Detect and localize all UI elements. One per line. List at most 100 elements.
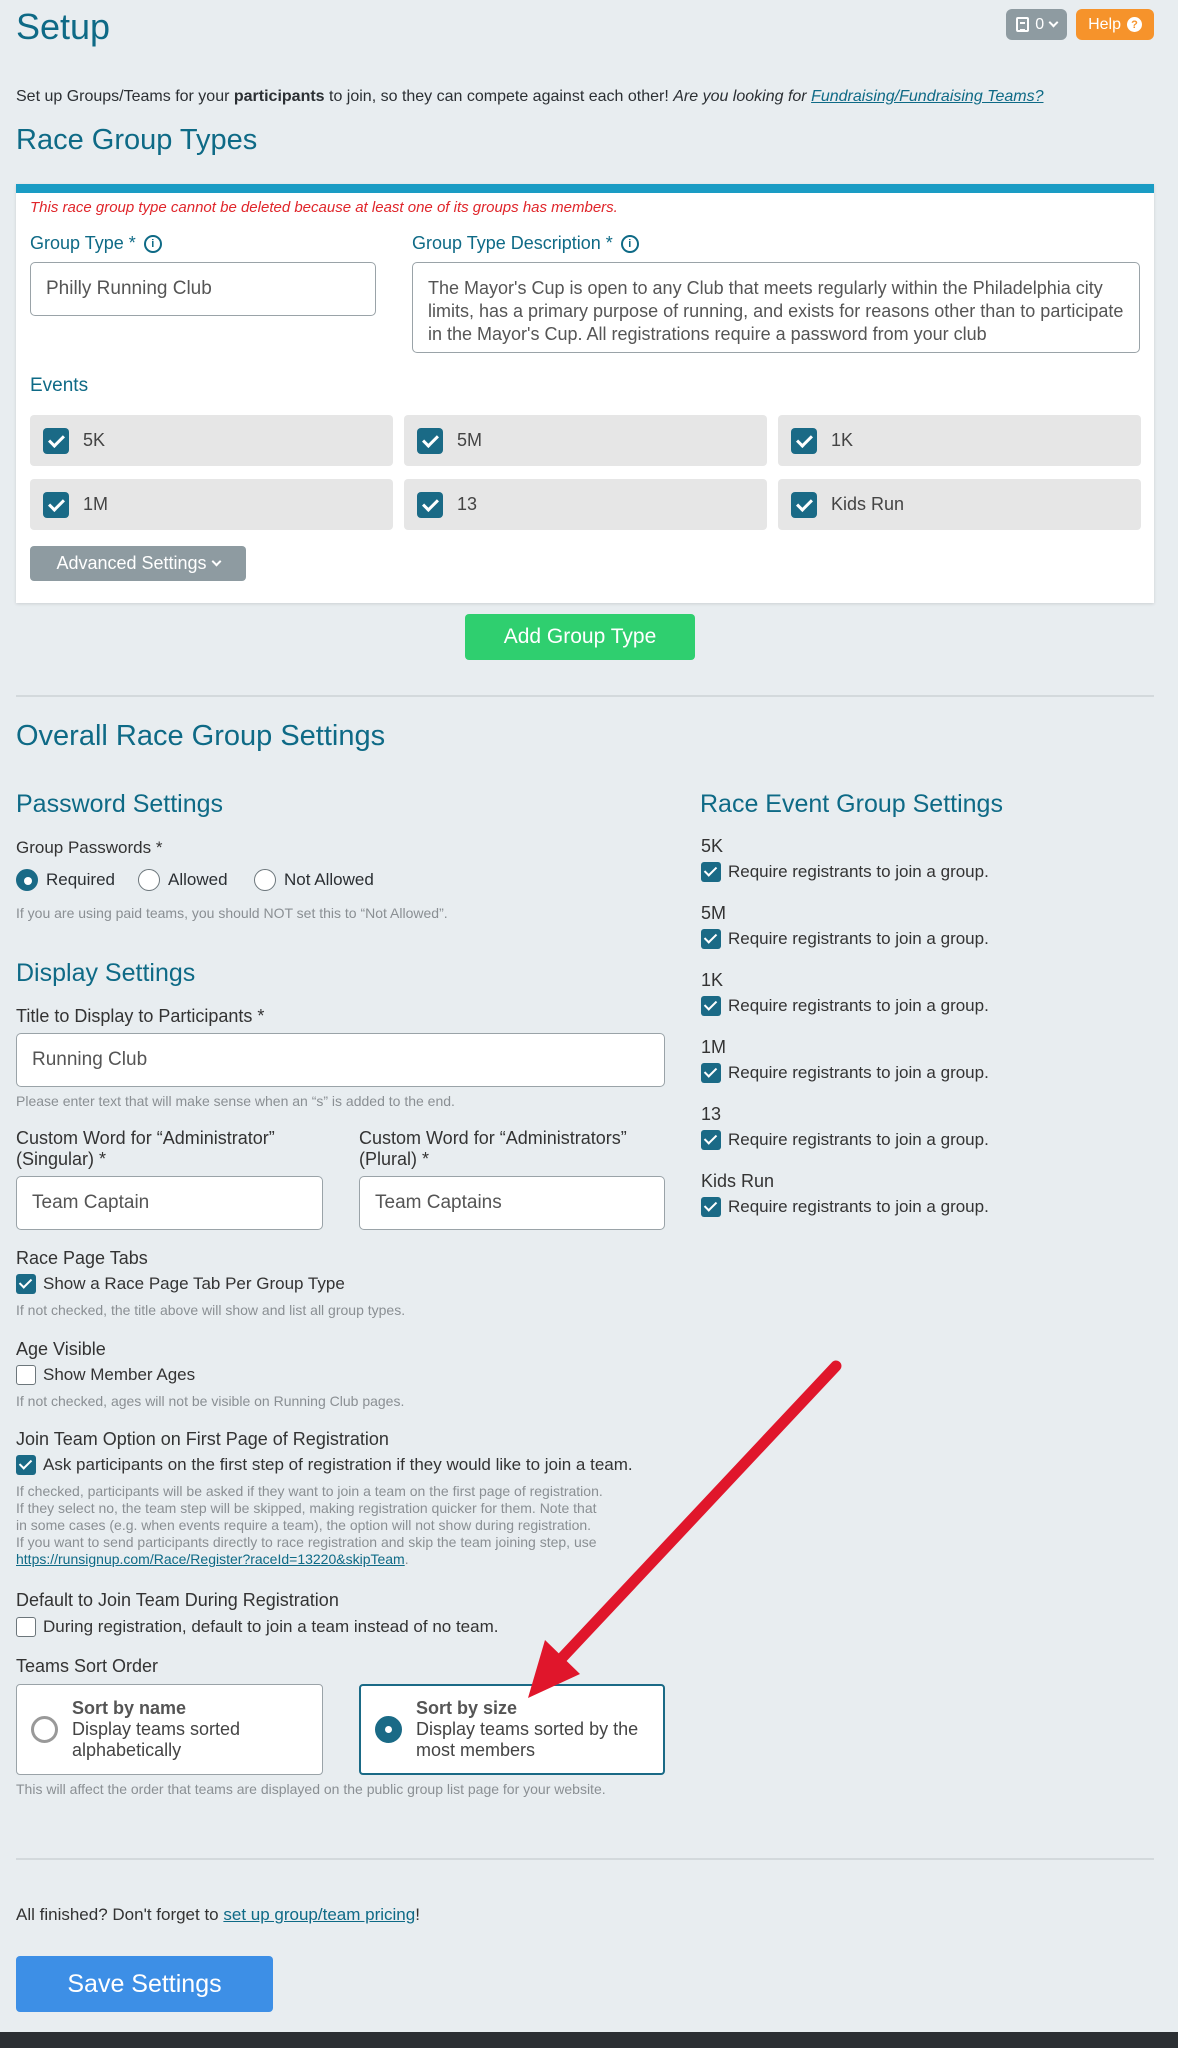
radio-icon [254, 869, 276, 891]
event-checkbox-1m[interactable]: 1M [30, 479, 393, 530]
join-team-help-line: If you want to send participants directl… [16, 1534, 597, 1550]
radio-label: Required [46, 870, 115, 889]
require-group-checkbox[interactable]: Require registrants to join a group. [701, 929, 989, 949]
sort-by-size-text: Sort by size Display teams sorted by the… [416, 1698, 638, 1761]
password-not-allowed-radio[interactable]: Not Allowed [254, 869, 374, 891]
header-buttons: 0 Help ? [1006, 9, 1154, 40]
password-help: If you are using paid teams, you should … [16, 905, 448, 921]
join-team-help-line: If they select no, the team step will be… [16, 1500, 597, 1516]
page-title: Setup [16, 6, 111, 47]
join-team-checkbox[interactable]: Ask participants on the first step of re… [16, 1455, 633, 1475]
checkbox-checked-icon [417, 427, 443, 454]
event-label: 13 [457, 494, 478, 514]
notes-dropdown-button[interactable]: 0 [1006, 9, 1068, 40]
radio-selected-icon [375, 1716, 402, 1743]
overall-settings-heading: Overall Race Group Settings [16, 720, 386, 752]
description-textarea[interactable]: The Mayor's Cup is open to any Club that… [412, 262, 1140, 353]
radio-icon [31, 1716, 58, 1743]
join-team-help-line: If checked, participants will be asked i… [16, 1483, 603, 1499]
advanced-settings-label: Advanced Settings [56, 553, 207, 573]
description-label-text: Group Type Description * [412, 233, 613, 253]
group-passwords-label: Group Passwords * [16, 838, 163, 857]
sort-by-name-option[interactable]: Sort by name Display teams sorted alphab… [16, 1684, 323, 1775]
join-team-label: Join Team Option on First Page of Regist… [16, 1429, 389, 1449]
add-group-type-button[interactable]: Add Group Type [465, 614, 695, 660]
age-visible-help: If not checked, ages will not be visible… [16, 1393, 405, 1409]
question-icon: ? [1127, 17, 1142, 32]
default-join-checkbox[interactable]: During registration, default to join a t… [16, 1617, 498, 1637]
checkbox-checked-icon [701, 929, 721, 949]
help-label: Help [1088, 15, 1121, 33]
radio-label: Not Allowed [284, 870, 374, 889]
event-checkbox-kids-run[interactable]: Kids Run [778, 479, 1141, 530]
group-type-label: Group Type * i [30, 233, 162, 254]
require-group-checkbox[interactable]: Require registrants to join a group. [701, 1130, 989, 1150]
sort-by-name-desc: Display teams sorted [72, 1719, 241, 1739]
group-type-card: This race group type cannot be deleted b… [16, 184, 1154, 603]
delete-warning: This race group type cannot be deleted b… [30, 199, 618, 216]
teams-sort-help: This will affect the order that teams ar… [16, 1781, 606, 1797]
divider [16, 1858, 1154, 1860]
race-page-tabs-checkbox[interactable]: Show a Race Page Tab Per Group Type [16, 1274, 345, 1294]
admin-plural-input[interactable]: Team Captains [359, 1176, 665, 1230]
advanced-settings-button[interactable]: Advanced Settings [30, 546, 246, 581]
event-checkbox-1k[interactable]: 1K [778, 415, 1141, 466]
require-group-checkbox[interactable]: Require registrants to join a group. [701, 862, 989, 882]
require-group-checkbox[interactable]: Require registrants to join a group. [701, 1197, 989, 1217]
show-member-ages-checkbox[interactable]: Show Member Ages [16, 1365, 195, 1385]
help-button[interactable]: Help ? [1076, 9, 1154, 40]
info-icon[interactable]: i [620, 234, 639, 253]
event-group-name: 1M [701, 1037, 727, 1057]
event-group-name: 5K [701, 836, 724, 856]
events-label: Events [30, 375, 89, 396]
admin-plural-label: Custom Word for “Administrators” (Plural… [359, 1128, 627, 1170]
checkbox-label: Require registrants to join a group. [728, 1197, 989, 1216]
checkbox-label: During registration, default to join a t… [43, 1617, 499, 1636]
skip-team-link[interactable]: https://runsignup.com/Race/Register?race… [16, 1551, 405, 1567]
race-page-tabs-help: If not checked, the title above will sho… [16, 1302, 406, 1318]
checkbox-checked-icon [701, 1063, 721, 1083]
password-required-radio[interactable]: Required [16, 869, 115, 891]
group-pricing-link[interactable]: set up group/team pricing [223, 1905, 415, 1924]
checkbox-empty-icon [16, 1365, 36, 1385]
require-group-checkbox[interactable]: Require registrants to join a group. [701, 996, 989, 1016]
title-display-input[interactable]: Running Club [16, 1033, 665, 1087]
checkbox-checked-icon [701, 1130, 721, 1150]
finished-prefix: All finished? Don't forget to [16, 1905, 224, 1924]
event-checkbox-5m[interactable]: 5M [404, 415, 767, 466]
sort-by-name-text: Sort by name Display teams sorted alphab… [72, 1698, 240, 1761]
info-icon[interactable]: i [143, 234, 162, 253]
sort-by-size-desc: most members [416, 1740, 536, 1760]
checkbox-checked-icon [16, 1274, 36, 1294]
sort-by-name-title: Sort by name [72, 1698, 187, 1718]
sort-by-size-option[interactable]: Sort by size Display teams sorted by the… [359, 1684, 665, 1775]
default-join-label: Default to Join Team During Registration [16, 1590, 339, 1610]
checkbox-checked-icon [43, 427, 69, 454]
password-allowed-radio[interactable]: Allowed [138, 869, 228, 891]
save-settings-button[interactable]: Save Settings [16, 1956, 273, 2012]
event-checkbox-5k[interactable]: 5K [30, 415, 393, 466]
teams-sort-label: Teams Sort Order [16, 1656, 159, 1676]
admin-singular-label: Custom Word for “Administrator” (Singula… [16, 1128, 275, 1170]
intro-middle: to join, so they can compete against eac… [324, 88, 674, 105]
group-type-input[interactable]: Philly Running Club [30, 262, 376, 316]
sort-by-name-desc: alphabetically [72, 1740, 182, 1760]
admin-singular-label-line: (Singular) * [16, 1149, 107, 1169]
chevron-down-icon [211, 556, 221, 567]
event-label: 5M [457, 430, 483, 450]
fundraising-link[interactable]: Fundraising/Fundraising Teams? [811, 88, 1043, 105]
password-settings-heading: Password Settings [16, 790, 224, 818]
require-group-checkbox[interactable]: Require registrants to join a group. [701, 1063, 989, 1083]
group-type-label-text: Group Type * [30, 233, 136, 253]
divider [16, 695, 1154, 697]
checkbox-checked-icon [701, 996, 721, 1016]
event-checkbox-13[interactable]: 13 [404, 479, 767, 530]
checkbox-label: Require registrants to join a group. [728, 862, 989, 881]
race-group-types-heading: Race Group Types [16, 124, 258, 156]
bottom-bar [0, 2032, 1178, 2048]
admin-singular-input[interactable]: Team Captain [16, 1176, 323, 1230]
event-label: 1M [83, 494, 109, 514]
checkbox-label: Require registrants to join a group. [728, 929, 989, 948]
admin-singular-label-line: Custom Word for “Administrator” [16, 1128, 275, 1148]
checkbox-empty-icon [16, 1617, 36, 1637]
